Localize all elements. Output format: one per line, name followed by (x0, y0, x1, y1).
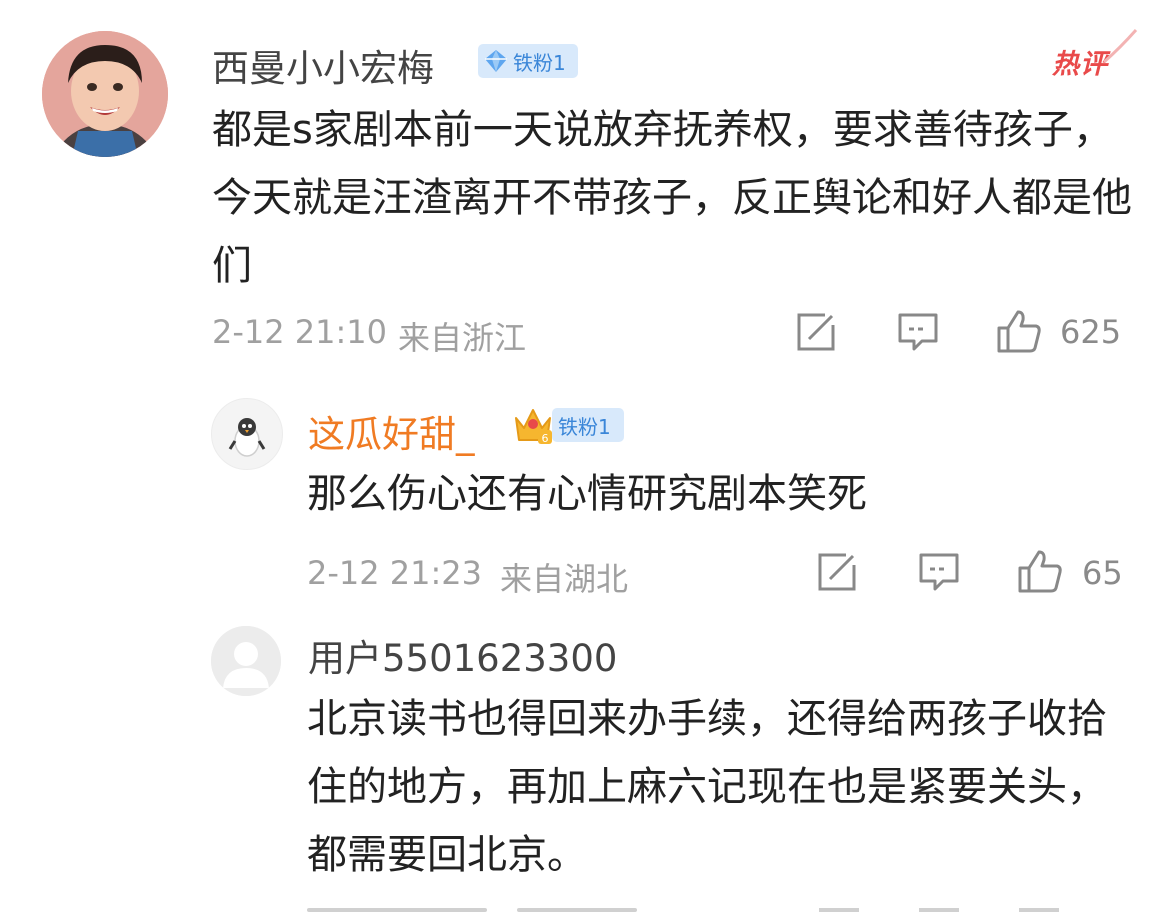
penguin-icon (228, 418, 266, 457)
badge-label: 铁粉1 (513, 50, 566, 75)
reply-icon[interactable] (896, 311, 940, 353)
diamond-icon (485, 50, 507, 72)
crown-icon: 6 (515, 409, 552, 445)
comment-text: 都是s家剧本前一天说放弃抚养权，要求善待孩子，今天就是汪渣离开不带孩子，反正舆论… (212, 107, 1132, 289)
fan-badge[interactable]: 铁粉1 (552, 408, 624, 442)
share-icon[interactable] (795, 311, 837, 353)
like-count: 625 (1060, 313, 1122, 351)
reply-username[interactable]: 这瓜好甜_ (308, 404, 475, 458)
hot-swoosh-icon (1103, 29, 1138, 64)
avatar[interactable] (42, 31, 168, 157)
like-icon[interactable] (1017, 548, 1063, 594)
badge-label: 铁粉1 (558, 414, 611, 439)
reply-avatar[interactable] (211, 626, 281, 696)
like-icon[interactable] (996, 308, 1042, 354)
comment-username[interactable]: 西曼小小宏梅 (212, 38, 434, 92)
fan-badge[interactable]: 铁粉1 (478, 44, 578, 78)
reply-text: 北京读书也得回来办手续，还得给两孩子收拾住的地方，再加上麻六记现在也是紧要关头，… (307, 696, 1107, 878)
reply-avatar[interactable] (211, 398, 283, 470)
reply-icon[interactable] (917, 551, 961, 593)
svg-text:6: 6 (542, 432, 549, 445)
comment-location: 来自浙江 (398, 319, 527, 357)
cut-off-meta-row (307, 908, 1127, 918)
reply-location: 来自湖北 (500, 560, 629, 598)
comment-time: 2-12 21:10 (212, 313, 388, 351)
default-user-icon (211, 626, 281, 696)
share-icon[interactable] (816, 551, 858, 593)
like-count: 65 (1082, 554, 1123, 592)
reply-time: 2-12 21:23 (307, 554, 483, 592)
reply-text: 那么伤心还有心情研究剧本笑死 (307, 471, 867, 517)
reply-username[interactable]: 用户5501623300 (308, 628, 617, 682)
